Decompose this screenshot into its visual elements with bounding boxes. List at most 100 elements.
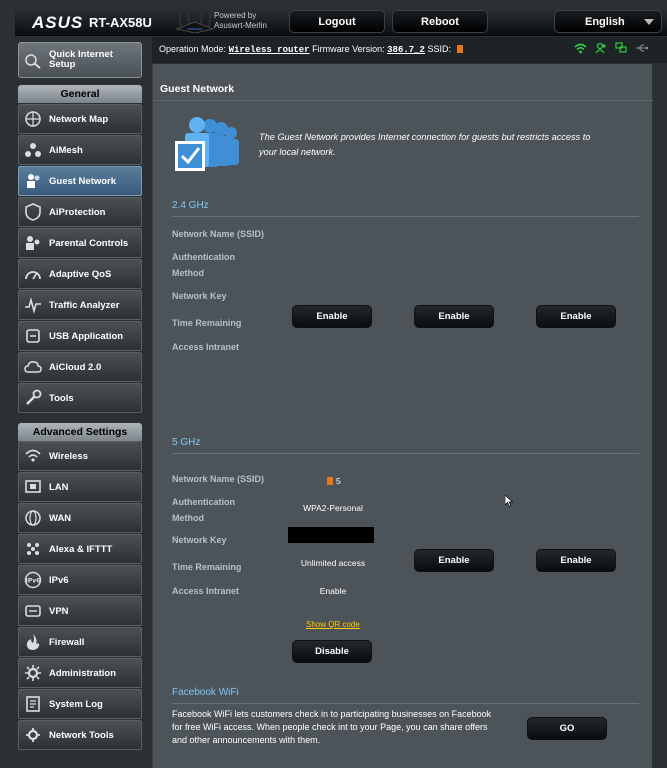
wizard-icon xyxy=(23,50,43,70)
vpn-icon xyxy=(23,601,43,621)
label-auth-method: Authentication Method xyxy=(172,252,235,278)
intro-description: The Guest Network provides Internet conn… xyxy=(259,132,591,157)
label-ssid: Network Name (SSID) xyxy=(172,474,265,484)
sidebar: Quick Internet Setup General Network Map… xyxy=(15,37,144,768)
label-ssid: Network Name (SSID) xyxy=(172,229,265,239)
sidebar-item-label: AiCloud 2.0 xyxy=(49,361,102,373)
usb-status-icon[interactable] xyxy=(635,43,649,53)
facebook-go-button[interactable]: GO xyxy=(527,717,607,740)
general-section-header: General xyxy=(18,85,142,103)
guest-network-icon xyxy=(23,171,43,191)
band-5-title: 5 GHz xyxy=(172,437,201,448)
sidebar-item-label: Network Map xyxy=(49,113,109,125)
tools-icon xyxy=(23,388,43,408)
ipv6-icon: IPv6 xyxy=(23,570,43,590)
sidebar-item-label: VPN xyxy=(49,605,69,617)
sidebar-item-usb-application[interactable]: USB Application xyxy=(18,321,142,351)
label-time-remaining: Time Remaining xyxy=(172,318,242,328)
sidebar-item-label: WAN xyxy=(49,512,72,524)
label-network-key: Network Key xyxy=(172,535,227,545)
parental-controls-icon xyxy=(23,233,43,253)
sidebar-item-label: Guest Network xyxy=(49,175,117,187)
sidebar-item-label: Adaptive QoS xyxy=(49,268,112,280)
divider xyxy=(172,453,639,454)
sidebar-item-wan[interactable]: WAN xyxy=(18,503,142,533)
logout-button[interactable]: Logout xyxy=(289,10,385,33)
operation-mode-link[interactable]: Wireless router xyxy=(229,45,310,55)
router-icon xyxy=(175,9,215,33)
enable-5-slot2-button[interactable]: Enable xyxy=(414,549,494,572)
wan-icon xyxy=(23,508,43,528)
sidebar-item-vpn[interactable]: VPN xyxy=(18,596,142,626)
powered-by: Powered by Asuswrt-Merlin xyxy=(214,11,267,30)
sidebar-item-alexa-ifttt[interactable]: Alexa & IFTTT xyxy=(18,534,142,564)
sidebar-item-network-tools[interactable]: Network Tools xyxy=(18,720,142,750)
disable-5-slot1-button[interactable]: Disable xyxy=(292,640,372,663)
sidebar-item-system-log[interactable]: System Log xyxy=(18,689,142,719)
enable-24-slot2-button[interactable]: Enable xyxy=(414,305,494,328)
guest-users-icon xyxy=(175,117,239,171)
sidebar-item-label: Wireless xyxy=(49,450,88,462)
language-select[interactable]: English xyxy=(554,10,662,33)
enable-24-slot1-button[interactable]: Enable xyxy=(292,305,372,328)
enable-24-slot3-button[interactable]: Enable xyxy=(536,305,616,328)
enable-5-slot3-button[interactable]: Enable xyxy=(536,549,616,572)
network-map-icon xyxy=(23,109,43,129)
sidebar-item-ipv6[interactable]: IPv6 IPv6 xyxy=(18,565,142,595)
sidebar-item-aicloud-2-0[interactable]: AiCloud 2.0 xyxy=(18,352,142,382)
sidebar-item-label: AiMesh xyxy=(49,144,83,156)
asus-logo: ASUS xyxy=(32,13,84,32)
firmware-version-link[interactable]: 386.7_2 xyxy=(387,45,425,55)
facebook-wifi-description: Facebook WiFi lets customers check in to… xyxy=(172,709,492,745)
guest-5-ssid: 5 xyxy=(327,476,341,486)
divider xyxy=(172,703,639,704)
show-qr-code-link[interactable]: Show QR code xyxy=(306,620,360,629)
sidebar-item-wireless[interactable]: Wireless xyxy=(18,441,142,471)
sidebar-item-network-map[interactable]: Network Map xyxy=(18,104,142,134)
usb-application-icon xyxy=(23,326,43,346)
clients-status-icon[interactable] xyxy=(595,42,607,54)
status-line: Operation Mode: Wireless router Firmware… xyxy=(152,37,667,63)
adaptive-qos-icon xyxy=(23,264,43,284)
sidebar-item-tools[interactable]: Tools xyxy=(18,383,142,413)
sidebar-item-label: IPv6 xyxy=(49,574,69,586)
aimesh-icon xyxy=(23,140,43,160)
main-panel: Guest Network The Guest Network provides… xyxy=(152,64,653,768)
guest-5-intranet: Enable xyxy=(319,586,347,596)
chevron-down-icon xyxy=(644,19,654,25)
sidebar-item-lan[interactable]: LAN xyxy=(18,472,142,502)
label-access-intranet: Access Intranet xyxy=(172,586,240,596)
svg-text:IPv6: IPv6 xyxy=(26,578,41,585)
network-status-icon[interactable] xyxy=(615,42,627,54)
sidebar-item-label: AiProtection xyxy=(49,206,106,218)
sidebar-item-label: Network Tools xyxy=(49,729,114,741)
sidebar-item-label: USB Application xyxy=(49,330,124,342)
sidebar-item-firewall[interactable]: Firewall xyxy=(18,627,142,657)
sidebar-item-aiprotection[interactable]: AiProtection xyxy=(18,197,142,227)
sidebar-item-administration[interactable]: Administration xyxy=(18,658,142,688)
ssid-flag-icon[interactable] xyxy=(456,45,463,53)
sidebar-item-label: Alexa & IFTTT xyxy=(49,543,113,555)
label-time-remaining: Time Remaining xyxy=(172,562,242,572)
sidebar-item-label: Firewall xyxy=(49,636,85,648)
sidebar-item-aimesh[interactable]: AiMesh xyxy=(18,135,142,165)
sidebar-item-parental-controls[interactable]: Parental Controls xyxy=(18,228,142,258)
sidebar-item-traffic-analyzer[interactable]: Traffic Analyzer xyxy=(18,290,142,320)
guest-5-auth: WPA2-Personal xyxy=(303,503,363,513)
sidebar-item-adaptive-qos[interactable]: Adaptive QoS xyxy=(18,259,142,289)
label-access-intranet: Access Intranet xyxy=(172,342,240,352)
sidebar-item-label: Parental Controls xyxy=(49,237,129,249)
label-network-key: Network Key xyxy=(172,291,227,301)
quick-internet-setup-button[interactable]: Quick Internet Setup xyxy=(18,42,142,78)
reboot-button[interactable]: Reboot xyxy=(392,10,488,33)
network-tools-icon xyxy=(23,725,43,745)
alexa-icon xyxy=(23,539,43,559)
administration-icon xyxy=(23,663,43,683)
traffic-analyzer-icon xyxy=(23,295,43,315)
sidebar-item-guest-network[interactable]: Guest Network xyxy=(18,166,142,196)
guest-5-time: Unlimited access xyxy=(300,558,366,568)
ssid-flag-icon xyxy=(327,477,333,485)
guest-5-network-key-hidden xyxy=(288,527,374,543)
wifi-status-icon[interactable] xyxy=(574,43,587,54)
system-log-icon xyxy=(23,694,43,714)
